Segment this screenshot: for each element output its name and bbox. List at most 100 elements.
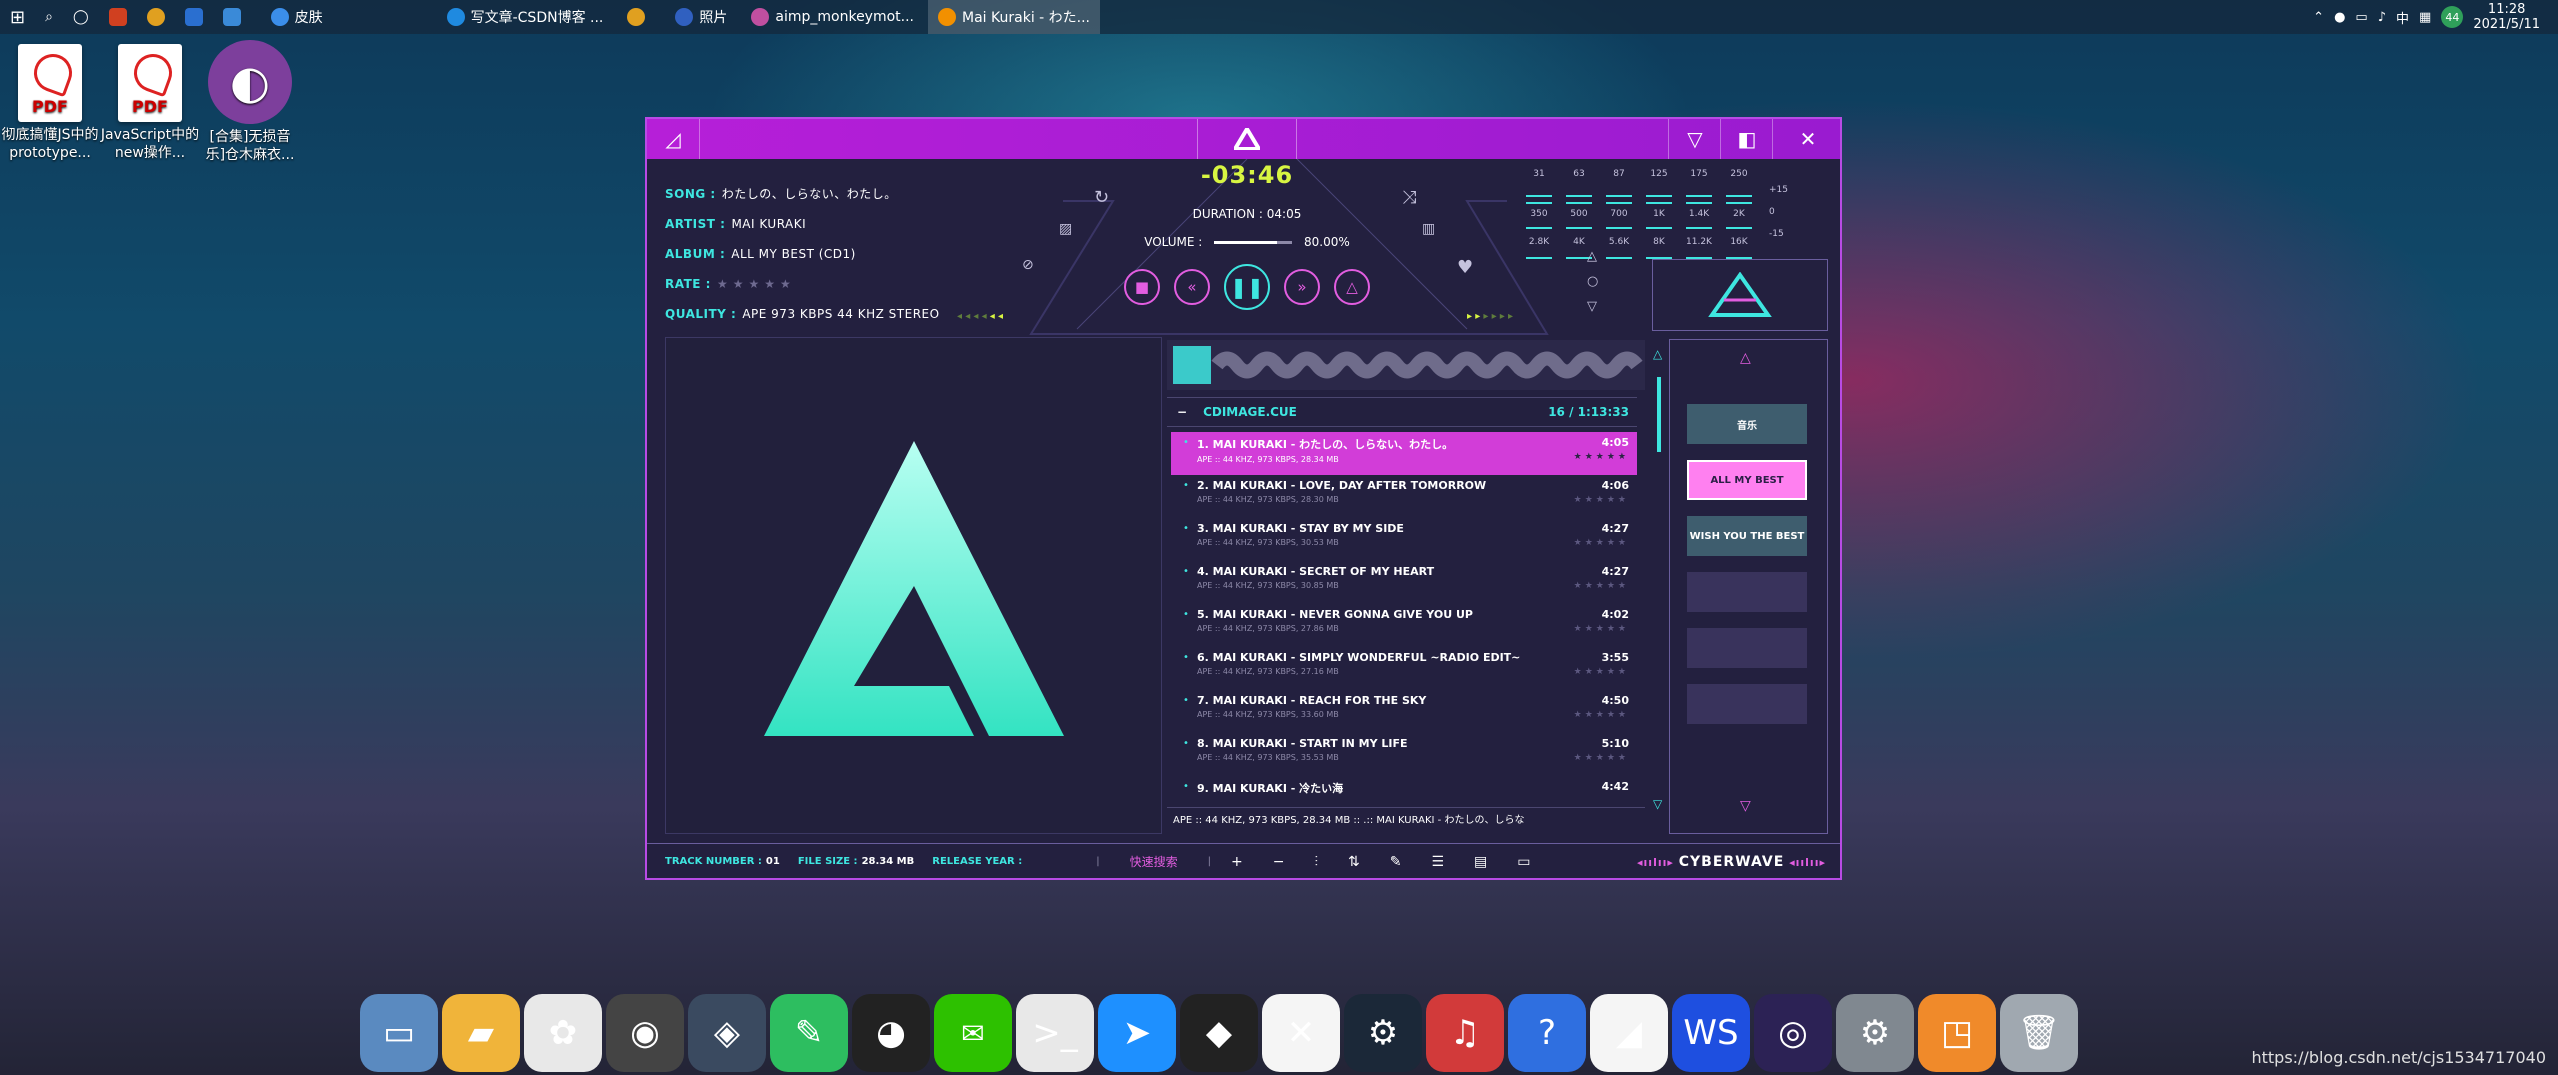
track-rating[interactable]: ★★★★★	[1574, 753, 1629, 763]
track-rating[interactable]: ★★★★★	[1574, 495, 1629, 505]
netease-music-icon[interactable]: ♫	[1426, 994, 1504, 1072]
playlist-tab-2[interactable]: WISH YOU THE BEST	[1687, 516, 1807, 556]
eclipse-icon[interactable]: ◎	[1754, 994, 1832, 1072]
help-icon[interactable]: ?	[1508, 994, 1586, 1072]
playlist-header[interactable]: − CDIMAGE.CUE 16 / 1:13:33	[1167, 397, 1637, 427]
time-remaining[interactable]: -03:46	[1017, 161, 1477, 189]
circle-nav-icon[interactable]: ○	[1587, 274, 1598, 289]
title-bar[interactable]: ◿ ▽ ◧ ✕	[647, 119, 1840, 159]
network-icon[interactable]: ▭	[2355, 10, 2367, 25]
table-row[interactable]: • 6. MAI KURAKI - SIMPLY WONDERFUL ~RADIO…	[1171, 647, 1637, 690]
quick-search-input[interactable]: 快速搜索	[1130, 853, 1178, 870]
wechat-icon[interactable]: ✉	[934, 994, 1012, 1072]
volume-slider[interactable]	[1214, 241, 1293, 244]
playlist-tab-3[interactable]	[1687, 572, 1807, 612]
evernote-icon[interactable]: ✎	[770, 994, 848, 1072]
paint-icon[interactable]: ✿	[524, 994, 602, 1072]
wechat-tray-icon[interactable]: ●	[2334, 10, 2345, 25]
android-studio-icon[interactable]: ◢	[1590, 994, 1668, 1072]
table-row[interactable]: • 3. MAI KURAKI - STAY BY MY SIDE APE :: 4…	[1171, 518, 1637, 561]
table-row[interactable]: • 7. MAI KURAKI - REACH FOR THE SKY APE ::…	[1171, 690, 1637, 733]
playlist-scrollbar[interactable]: △ ▽	[1653, 347, 1665, 817]
table-row[interactable]: • 1. MAI KURAKI - わたしの、しらない、わたし。 APE :: 44…	[1171, 432, 1637, 475]
finder-monitor-icon[interactable]: ▭	[360, 994, 438, 1072]
terminal-chat-icon[interactable]: >_	[1016, 994, 1094, 1072]
tabs-up-icon[interactable]: △	[1740, 350, 1751, 366]
taskbar-app-1[interactable]: 写文章-CSDN博客 ...	[437, 0, 614, 34]
tabs-down-icon[interactable]: ▽	[1740, 798, 1751, 814]
track-rating[interactable]: ★★★★★	[1574, 538, 1629, 548]
remove-icon[interactable]: −	[1273, 854, 1285, 870]
visualizer-icon[interactable]: ▨	[1059, 221, 1072, 237]
equalizer-icon[interactable]: ▥	[1422, 221, 1435, 237]
close-icon[interactable]: ✕	[1772, 119, 1843, 159]
volume-icon[interactable]: ♪	[2378, 10, 2386, 25]
rating-stars[interactable]: ★★★★★	[717, 277, 796, 291]
taskbar-app-3[interactable]: 照片	[665, 0, 737, 34]
grid-icon[interactable]: ▦	[2419, 10, 2431, 25]
edit-icon[interactable]: ✎	[1390, 854, 1402, 870]
list-icon[interactable]: ☰	[1431, 854, 1444, 870]
desktop-icon-player[interactable]: ◐ [合集]无损音乐]仓木麻衣...	[200, 40, 300, 164]
aimp-logo-icon[interactable]	[1197, 119, 1297, 159]
playlist-tab-4[interactable]	[1687, 628, 1807, 668]
collapse-icon[interactable]: −	[1177, 405, 1187, 419]
steam-icon[interactable]: ⚙	[1344, 994, 1422, 1072]
track-rating[interactable]: ★★★★★	[1574, 624, 1629, 634]
eq-bars-top[interactable]	[1519, 195, 1759, 204]
eq-bars-mid[interactable]	[1519, 227, 1759, 229]
playlist-tab-1[interactable]: ALL MY BEST	[1687, 460, 1807, 500]
scroll-up-icon[interactable]: △	[1653, 347, 1662, 361]
compass-icon[interactable]: ◈	[688, 994, 766, 1072]
ime-indicator[interactable]: 中	[2396, 8, 2409, 27]
sort-icon[interactable]: ⫶	[1314, 854, 1318, 870]
file-icon[interactable]: ▤	[1474, 854, 1487, 870]
playlist-tab-5[interactable]	[1687, 684, 1807, 724]
taskbar-app-4[interactable]: aimp_monkeymot...	[741, 0, 924, 34]
office-icon[interactable]	[99, 0, 137, 34]
qq-icon[interactable]: ◕	[852, 994, 930, 1072]
repeat-icon[interactable]: ↻	[1094, 187, 1109, 208]
track-rating[interactable]: ★★★★★	[1574, 710, 1629, 720]
triangle-down-nav-icon[interactable]: ▽	[1587, 299, 1598, 314]
seek-forward-icon[interactable]: ▸ ▸ ▸ ▸ ▸ ▸	[1467, 311, 1513, 322]
notification-badge[interactable]: 44	[2441, 6, 2464, 28]
display-icon[interactable]: ▭	[1517, 854, 1530, 870]
track-rating[interactable]: ★★★★★	[1574, 452, 1629, 462]
nvidia-icon[interactable]: ◆	[1180, 994, 1258, 1072]
seek-back-icon[interactable]: ◂ ◂ ◂ ◂ ◂ ◂	[957, 311, 1003, 322]
dropdown-icon[interactable]: ▽	[1668, 119, 1721, 159]
settings-icon[interactable]: ⚙	[1836, 994, 1914, 1072]
scroll-thumb[interactable]	[1657, 377, 1661, 452]
track-rating[interactable]: ★★★★★	[1574, 667, 1629, 677]
add-icon[interactable]: +	[1231, 854, 1243, 870]
album-art[interactable]	[665, 337, 1162, 834]
table-row[interactable]: • 4. MAI KURAKI - SECRET OF MY HEART APE :…	[1171, 561, 1637, 604]
chevron-up-icon[interactable]: ⌃	[2313, 10, 2324, 25]
mail-icon[interactable]	[213, 0, 251, 34]
taskbar-app-2[interactable]	[617, 0, 661, 34]
track-rating[interactable]: ★★★★★	[1574, 581, 1629, 591]
triangle-nav-icon[interactable]: △	[1587, 249, 1598, 264]
table-row[interactable]: • 2. MAI KURAKI - LOVE, DAY AFTER TOMORRO…	[1171, 475, 1637, 518]
waveform-seekbar[interactable]	[1167, 340, 1645, 390]
desktop-icon-pdf-1[interactable]: PDF 彻底搞懂JS中的prototype...	[0, 44, 100, 162]
table-row[interactable]: • 8. MAI KURAKI - START IN MY LIFE APE :: …	[1171, 733, 1637, 776]
mini-mode-icon[interactable]: ◧	[1720, 119, 1773, 159]
move-icon[interactable]: ⇅	[1348, 854, 1360, 870]
next-button[interactable]: »	[1284, 269, 1320, 305]
start-button[interactable]: ⊞	[0, 0, 35, 34]
desktop-icon-pdf-2[interactable]: PDF JavaScript中的new操作...	[100, 44, 200, 162]
trash-icon[interactable]: 🗑	[2000, 994, 2078, 1072]
clock[interactable]: 11:28 2021/5/11	[2473, 2, 2540, 32]
folder-icon[interactable]: ▰	[442, 994, 520, 1072]
taskbar-app-5[interactable]: Mai Kuraki - わた...	[928, 0, 1101, 34]
xshell-icon[interactable]: ✕	[1262, 994, 1340, 1072]
scroll-down-icon[interactable]: ▽	[1653, 797, 1662, 811]
cortana-icon[interactable]: ◯	[63, 0, 99, 34]
pause-button[interactable]: ❚❚	[1224, 264, 1270, 310]
open-button[interactable]: △	[1334, 269, 1370, 305]
playlist-tab-0[interactable]: 音乐	[1687, 404, 1807, 444]
mute-icon[interactable]: ⊘	[1022, 257, 1034, 273]
store-icon[interactable]	[175, 0, 213, 34]
